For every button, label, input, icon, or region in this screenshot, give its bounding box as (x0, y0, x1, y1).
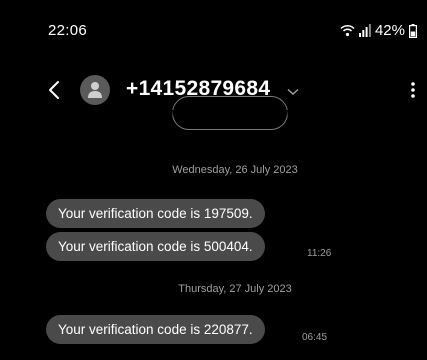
wifi-icon (340, 24, 355, 37)
avatar[interactable] (80, 75, 110, 105)
date-separator: Thursday, 27 July 2023 (178, 283, 292, 295)
battery-icon (409, 23, 417, 38)
message-bubble[interactable]: Your verification code is 500404. (46, 232, 265, 261)
contact-menu-toggle[interactable] (287, 83, 299, 101)
message-bubble[interactable]: Your verification code is 197509. (46, 199, 265, 228)
avatar-person-icon (88, 82, 102, 98)
message-time: 11:26 (307, 248, 332, 259)
scroll-fade (0, 110, 427, 118)
status-icons: 42% (340, 22, 417, 39)
chevron-down-icon (287, 88, 299, 96)
back-arrow-icon (49, 81, 59, 99)
messages-screen: 22:06 42% +14152879684 Wednesday, 26 Jul… (0, 0, 427, 360)
message-time: 06:45 (302, 332, 328, 343)
message-bubble[interactable]: Your verification code is 220877. (46, 315, 265, 344)
signal-icon (358, 24, 371, 37)
status-time: 22:06 (48, 22, 88, 39)
more-options-button[interactable] (409, 80, 417, 100)
status-bar: 22:06 42% (0, 0, 427, 60)
more-vertical-icon (411, 82, 415, 98)
battery-percent: 42% (374, 22, 405, 39)
back-button[interactable] (44, 78, 66, 102)
date-separator: Wednesday, 26 July 2023 (172, 164, 298, 176)
